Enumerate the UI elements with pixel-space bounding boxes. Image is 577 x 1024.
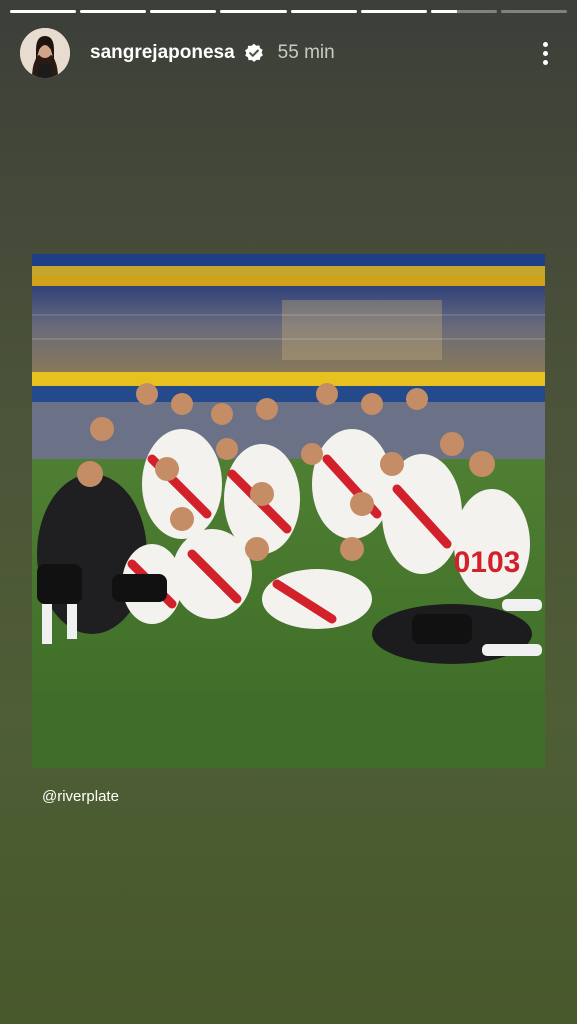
story-progress-fill (10, 10, 77, 13)
jersey-number: 0103 (454, 546, 521, 579)
story-progress-segment (500, 10, 567, 13)
story-progress-segment (80, 10, 147, 13)
more-options-icon[interactable] (533, 38, 557, 68)
post-time: 55 min (277, 42, 335, 63)
story-progress-fill (430, 10, 458, 13)
story-progress-segment (220, 10, 287, 13)
avatar-image (20, 28, 70, 78)
team-celebration-photo: 0103 (32, 254, 545, 768)
story-progress-segment (430, 10, 497, 13)
username[interactable]: sangrejaponesa (90, 42, 235, 64)
story-progress-segment (150, 10, 217, 13)
story-progress-fill (80, 10, 147, 13)
shared-post-photo[interactable]: 0103 (32, 254, 545, 768)
mention-sticker[interactable]: @riverplate (42, 788, 119, 805)
story-progress-bar (10, 10, 567, 13)
story-progress-segment (10, 10, 77, 13)
verified-badge-icon (244, 43, 263, 62)
story-progress-fill (220, 10, 287, 13)
story-progress-segment (360, 10, 427, 13)
story-progress-fill (360, 10, 427, 13)
story-header: sangrejaponesa 55 min (20, 28, 557, 78)
story-progress-fill (150, 10, 217, 13)
profile-avatar[interactable] (20, 28, 70, 78)
story-progress-segment (290, 10, 357, 13)
story-progress-fill (290, 10, 357, 13)
